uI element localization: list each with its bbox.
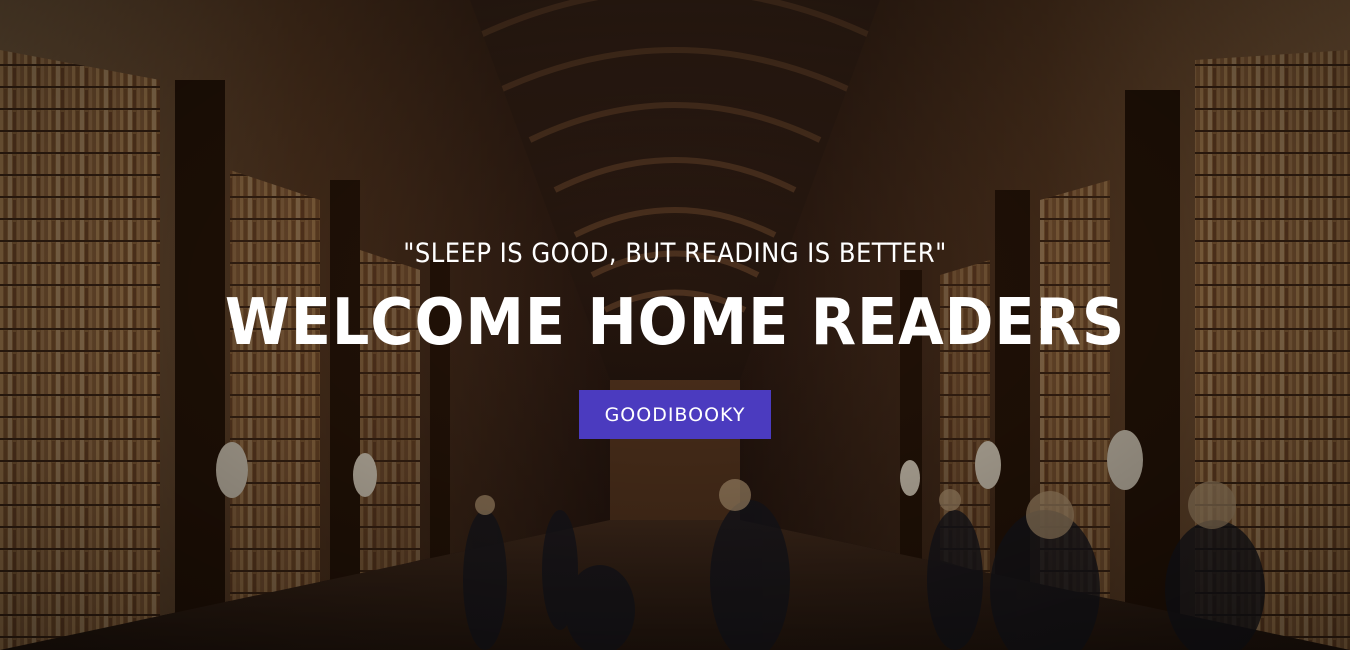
- hero-tagline: "SLEEP IS GOOD, BUT READING IS BETTER": [403, 238, 947, 269]
- hero-section: "SLEEP IS GOOD, BUT READING IS BETTER" W…: [0, 0, 1350, 650]
- hero-headline: WELCOME HOME READERS: [224, 286, 1126, 360]
- hero-content: "SLEEP IS GOOD, BUT READING IS BETTER" W…: [0, 0, 1350, 650]
- goodibooky-button[interactable]: GOODIBOOKY: [579, 390, 771, 439]
